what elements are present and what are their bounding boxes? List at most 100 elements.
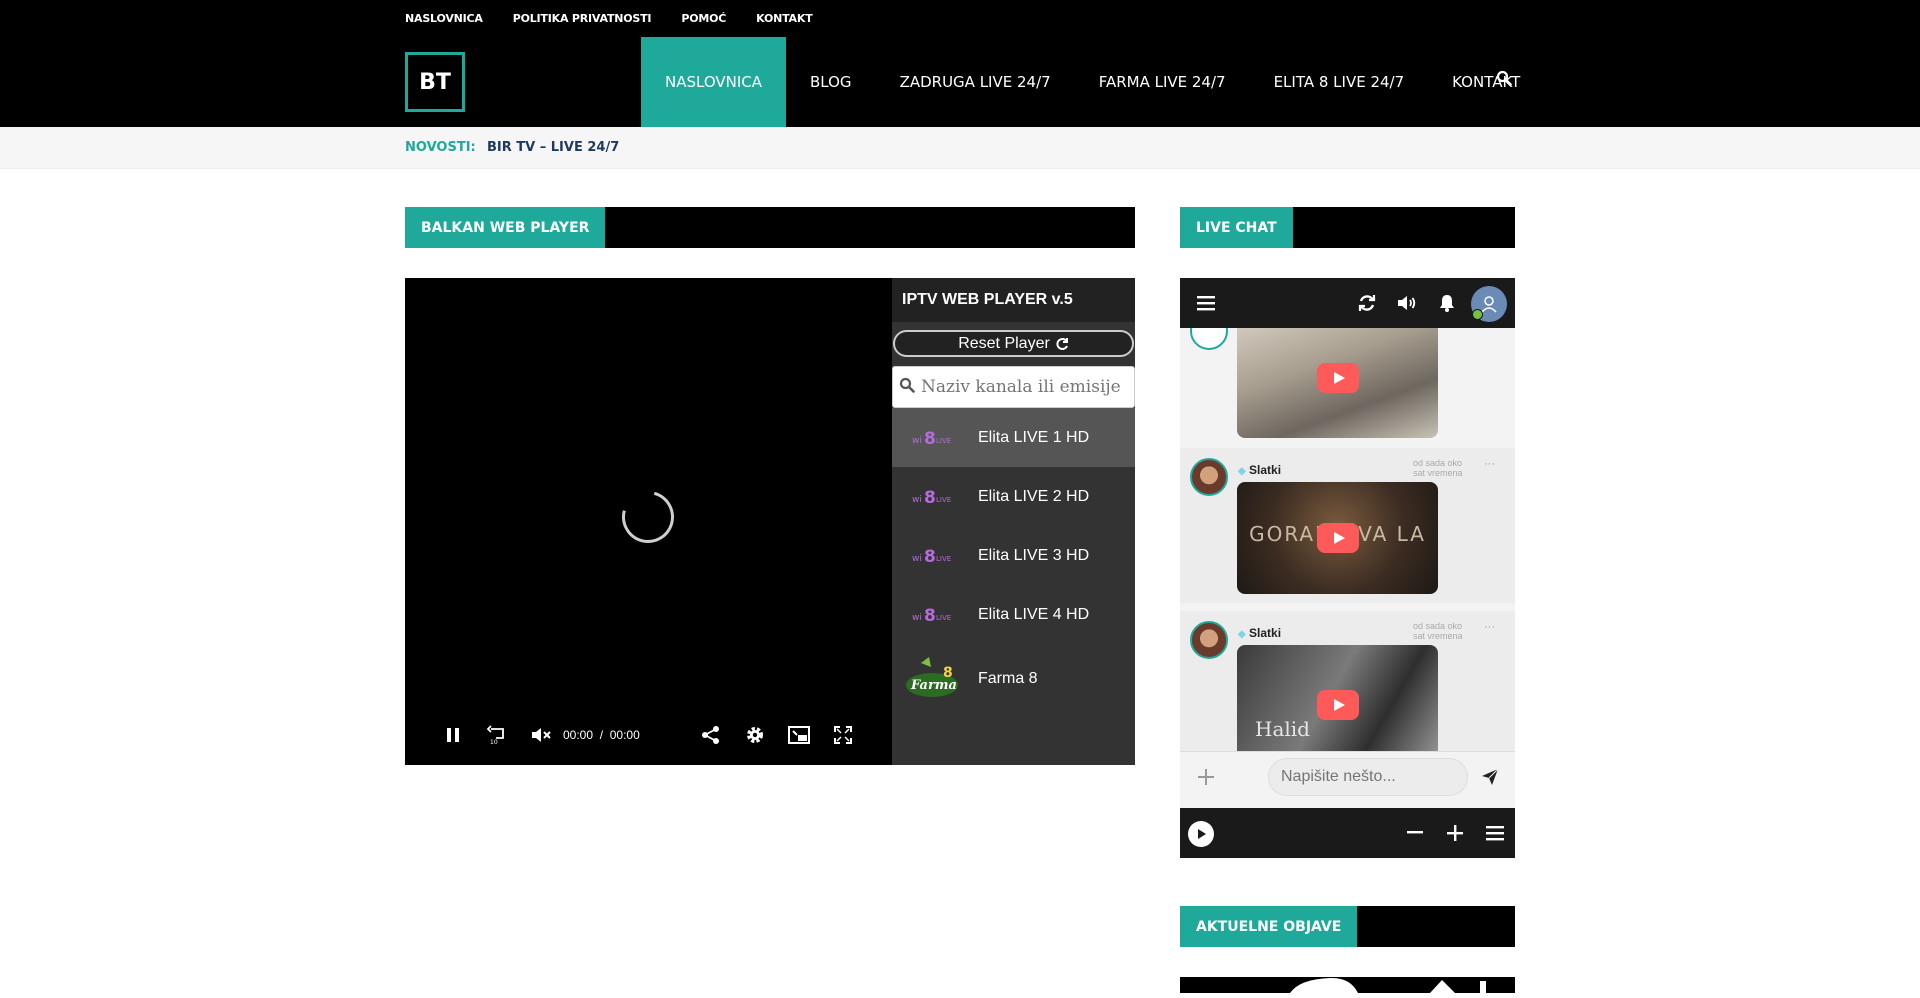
svg-text:10: 10 <box>490 739 498 745</box>
chat-toolbar <box>1180 278 1515 328</box>
share-icon[interactable] <box>699 723 723 747</box>
time-separator: / <box>599 728 604 742</box>
channel-item[interactable]: Farma 8 Farma 8 <box>892 644 1135 713</box>
svg-text:8: 8 <box>924 488 936 507</box>
channel-search-input[interactable] <box>921 377 1121 397</box>
nav-elita-live[interactable]: ELITA 8 LIVE 24/7 <box>1250 37 1429 127</box>
add-attachment-icon[interactable] <box>1194 765 1218 789</box>
time-display: 00:00 / 00:00 <box>563 728 640 742</box>
chat-message-input[interactable] <box>1268 758 1468 796</box>
player-section-title: BALKAN WEB PLAYER <box>405 207 606 248</box>
news-label: NOVOSTI: <box>405 140 476 155</box>
video-thumbnail[interactable] <box>1237 328 1438 438</box>
mute-icon[interactable] <box>529 723 553 747</box>
channel-item[interactable]: wi 8 LIVE Elita LIVE 1 HD <box>892 408 1135 467</box>
refresh-icon[interactable] <box>1355 291 1379 315</box>
elita8-logo-icon: wi 8 LIVE <box>902 536 962 576</box>
nav-farma-live[interactable]: FARMA LIVE 24/7 <box>1075 37 1250 127</box>
live-chat-widget: ◆ Slatki od sada oko sat vremena ··· GOR… <box>1180 278 1515 858</box>
channel-name: Elita LIVE 3 HD <box>978 546 1090 564</box>
nav-home[interactable]: NASLOVNICA <box>641 37 787 127</box>
nav-contact[interactable]: KONTAKT <box>1428 37 1544 127</box>
youtube-play-icon[interactable] <box>1316 523 1359 553</box>
chat-bottom-bar <box>1180 808 1515 858</box>
chat-message: ◆ Slatki od sada oko sat vremena ··· Hal… <box>1180 611 1515 751</box>
news-link[interactable]: BIR TV – LIVE 24/7 <box>487 140 619 155</box>
video-thumbnail[interactable]: Halid <box>1237 645 1438 751</box>
online-status-icon <box>1472 309 1483 320</box>
svg-text:8: 8 <box>943 665 953 681</box>
video-thumbnail[interactable]: GORANO VA LA <box>1237 482 1438 594</box>
settings-gear-icon[interactable] <box>743 723 767 747</box>
recent-posts-header: AKTUELNE OBJAVE <box>1180 906 1515 947</box>
svg-text:LIVE: LIVE <box>936 555 951 563</box>
minus-icon[interactable] <box>1403 821 1427 845</box>
time-total: 00:00 <box>609 728 640 742</box>
youtube-play-icon[interactable] <box>1316 363 1359 394</box>
diamond-icon: ◆ <box>1238 466 1246 477</box>
svg-text:LIVE: LIVE <box>936 496 951 504</box>
user-avatar[interactable] <box>1190 328 1228 350</box>
svg-text:wi: wi <box>912 613 922 623</box>
channel-item[interactable]: wi 8 LIVE Elita LIVE 3 HD <box>892 526 1135 585</box>
list-menu-icon[interactable] <box>1483 821 1507 845</box>
top-link-contact[interactable]: KONTAKT <box>756 12 813 25</box>
channel-item[interactable]: wi 8 LIVE Elita LIVE 4 HD <box>892 585 1135 644</box>
reset-player-button[interactable]: Reset Player <box>893 330 1134 357</box>
channel-sidebar: IPTV WEB PLAYER v.5 Reset Player wi8LIVE… <box>892 278 1135 765</box>
volume-icon[interactable] <box>1395 291 1419 315</box>
more-options-icon[interactable]: ··· <box>1484 621 1495 633</box>
recent-posts-title: AKTUELNE OBJAVE <box>1180 906 1358 947</box>
channel-name: Elita LIVE 1 HD <box>978 428 1090 446</box>
svg-text:8: 8 <box>924 606 936 625</box>
channel-name: Elita LIVE 4 HD <box>978 605 1090 623</box>
svg-text:wi: wi <box>912 436 922 446</box>
hamburger-menu-icon[interactable] <box>1194 291 1218 315</box>
send-icon[interactable] <box>1478 765 1502 789</box>
news-ticker: NOVOSTI: BIR TV – LIVE 24/7 <box>0 127 1920 169</box>
site-header: NASLOVNICA POLITIKA PRIVATNOSTI POMOĆ KO… <box>0 0 1920 127</box>
message-author[interactable]: ◆ Slatki <box>1238 463 1281 477</box>
top-link-help[interactable]: POMOĆ <box>681 12 726 25</box>
user-avatar[interactable] <box>1190 621 1228 659</box>
channel-search <box>892 366 1135 408</box>
message-time: od sada oko sat vremena <box>1413 621 1463 641</box>
fullscreen-icon[interactable] <box>831 723 855 747</box>
svg-text:8: 8 <box>924 547 936 566</box>
player-section-header: BALKAN WEB PLAYER <box>405 207 1135 248</box>
user-avatar[interactable] <box>1471 286 1507 322</box>
chat-composer <box>1180 751 1515 801</box>
message-time: od sada oko sat vremena <box>1413 458 1463 478</box>
video-area[interactable]: 10 00:00 / 00:00 <box>405 278 892 765</box>
message-author-name: Slatki <box>1249 626 1282 640</box>
farma-logo-icon: Farma 8 <box>902 654 962 704</box>
svg-text:LIVE: LIVE <box>936 437 951 445</box>
nav-zadruga-live[interactable]: ZADRUGA LIVE 24/7 <box>876 37 1075 127</box>
thumbnail-text: Halid <box>1255 717 1310 741</box>
youtube-play-icon[interactable] <box>1316 690 1359 720</box>
plus-icon[interactable] <box>1443 821 1467 845</box>
search-icon[interactable] <box>1496 70 1520 94</box>
top-link-home[interactable]: NASLOVNICA <box>405 12 483 25</box>
chat-message: ◆ Slatki od sada oko sat vremena ··· GOR… <box>1180 448 1515 603</box>
elita8-logo-icon: wi 8 LIVE <box>902 595 962 635</box>
rewind-10-icon[interactable]: 10 <box>485 723 509 747</box>
top-links: NASLOVNICA POLITIKA PRIVATNOSTI POMOĆ KO… <box>405 0 843 36</box>
recent-post-image[interactable] <box>1180 977 1515 993</box>
site-logo[interactable]: BT <box>405 52 465 112</box>
play-circle-icon[interactable] <box>1188 821 1214 847</box>
more-options-icon[interactable]: ··· <box>1484 458 1495 470</box>
user-avatar[interactable] <box>1190 458 1228 496</box>
picture-in-picture-icon[interactable] <box>787 723 811 747</box>
refresh-icon <box>1055 337 1069 351</box>
bell-icon[interactable] <box>1435 291 1459 315</box>
nav-blog[interactable]: BLOG <box>786 37 876 127</box>
channel-item[interactable]: wi 8 LIVE Elita LIVE 2 HD <box>892 467 1135 526</box>
top-link-privacy[interactable]: POLITIKA PRIVATNOSTI <box>513 12 652 25</box>
pause-icon[interactable] <box>441 723 465 747</box>
diamond-icon: ◆ <box>1238 629 1246 640</box>
message-author-name: Slatki <box>1249 463 1282 477</box>
channel-name: Elita LIVE 2 HD <box>978 487 1090 505</box>
message-author[interactable]: ◆ Slatki <box>1238 626 1281 640</box>
search-icon <box>899 377 915 398</box>
